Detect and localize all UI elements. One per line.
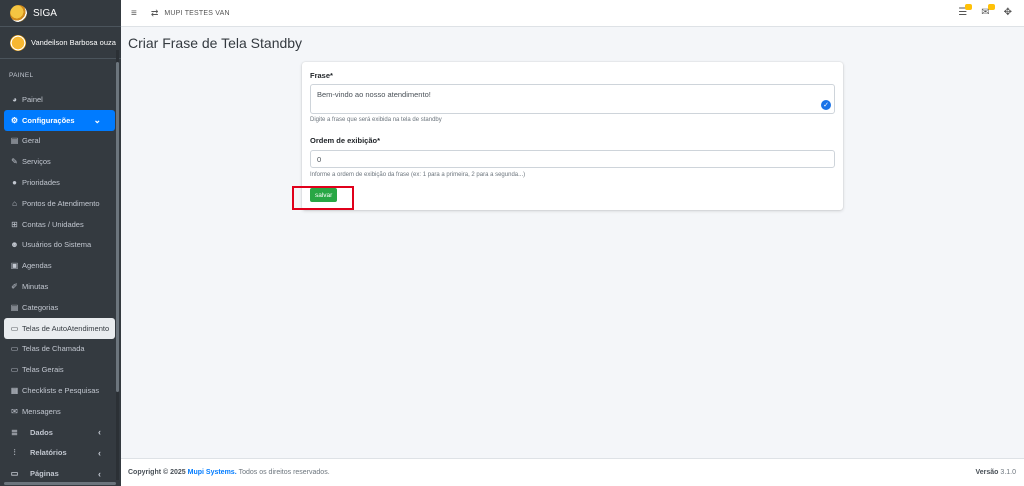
ordem-value: 0 xyxy=(317,155,322,164)
frase-label: Frase* xyxy=(310,71,333,80)
sidebar-item-servicos[interactable]: ✎ Serviços xyxy=(0,151,121,172)
print-icon: ▤ xyxy=(10,136,19,146)
top-icons: ☰ ✉ ✥ xyxy=(958,4,1012,18)
sidebar-item-label: Pontos de Atendimento xyxy=(22,198,100,208)
users-icon: ☻ xyxy=(10,240,19,250)
account-title[interactable]: MUPI TESTES VAN xyxy=(164,10,229,17)
envelope-icon: ✉ xyxy=(11,406,18,416)
copyright-text: Copyright © 2025 xyxy=(128,469,186,476)
company-link[interactable]: Mupi Systems. xyxy=(188,469,237,476)
sidebar-item-label: Agendas xyxy=(22,261,52,271)
version-label: Versão xyxy=(975,469,999,476)
sidebar-item-label: Geral xyxy=(22,136,41,146)
sidebar-item-telas-autoatendimento[interactable]: ▭ Telas de AutoAtendimento xyxy=(4,317,115,339)
avatar xyxy=(10,34,26,51)
sitemap-icon: ⊞ xyxy=(11,219,18,229)
sidebar-item-painel[interactable]: ◕ Painel xyxy=(0,89,121,110)
notification-badge xyxy=(987,4,995,10)
calendar-icon: ▣ xyxy=(10,261,19,271)
edit-icon: ✐ xyxy=(11,282,18,292)
chevron-down-icon: ⌄ xyxy=(93,114,101,125)
messages-icon[interactable]: ✉ xyxy=(981,4,995,18)
id-card-icon: ▦ xyxy=(10,386,19,396)
chart-icon: ⫶ xyxy=(13,447,16,457)
rights-text: Todos os direitos reservados. xyxy=(238,469,330,476)
sidebar-item-categorias[interactable]: ▤ Categorias xyxy=(0,297,121,318)
ordem-label: Ordem de exibição* xyxy=(310,136,381,145)
footer: Copyright © 2025 Mupi Systems. Todos os … xyxy=(121,458,1024,486)
sidebar-item-label: Mensagens xyxy=(22,406,61,416)
frase-value: Bem-vindo ao nosso atendimento! xyxy=(317,90,431,99)
sidebar-item-agendas[interactable]: ▣ Agendas xyxy=(0,255,121,276)
sidebar-item-label: Telas de Chamada xyxy=(22,344,85,354)
chevron-left-icon: ‹ xyxy=(98,468,101,479)
sidebar-item-label: Páginas xyxy=(30,469,59,479)
brand-name: SIGA xyxy=(33,7,57,19)
desktop-icon: ▭ xyxy=(10,323,19,333)
fullscreen-icon[interactable]: ✥ xyxy=(1004,7,1012,18)
frase-textarea[interactable]: Bem-vindo ao nosso atendimento! ✓ xyxy=(310,84,835,114)
notification-badge xyxy=(965,4,973,10)
sidebar-item-configuracoes[interactable]: ⚙ Configurações ⌄ xyxy=(4,109,115,131)
user-panel[interactable]: Vandeilson Barbosa ouza xyxy=(0,27,121,59)
sidebar-item-label: Usuários do Sistema xyxy=(22,240,92,250)
highlight-annotation-box xyxy=(292,186,354,210)
chevron-left-icon: ‹ xyxy=(98,427,101,438)
menu-toggle-icon[interactable]: ≡ xyxy=(131,8,137,19)
sidebar-item-label: Dados xyxy=(30,427,53,437)
sidebar-item-label: Telas Gerais xyxy=(22,365,64,375)
sidebar-item-label: Serviços xyxy=(22,157,51,167)
sidebar: SIGA Vandeilson Barbosa ouza PAINEL ◕ Pa… xyxy=(0,0,121,486)
desktop-icon: ▭ xyxy=(10,469,19,479)
desktop-icon: ▭ xyxy=(10,344,19,354)
sidebar-item-label: Contas / Unidades xyxy=(22,219,84,229)
ordem-help-text: Informe a ordem de exibição da frase (ex… xyxy=(310,172,526,178)
sidebar-item-telas-chamada[interactable]: ▭ Telas de Chamada xyxy=(0,339,121,360)
exchange-icon[interactable]: ⇄ xyxy=(151,8,159,19)
wrench-icon: ✎ xyxy=(11,157,18,167)
gears-icon: ⚙ xyxy=(10,115,19,125)
database-icon: ≣ xyxy=(11,427,18,437)
task-list-icon[interactable]: ☰ xyxy=(958,4,973,18)
info-circle-icon: ● xyxy=(12,178,17,188)
home-icon: ⌂ xyxy=(12,198,17,208)
version-value: 3.1.0 xyxy=(1000,469,1016,476)
sidebar-item-label: Relatórios xyxy=(30,448,67,458)
sidebar-item-geral[interactable]: ▤ Geral xyxy=(0,131,121,152)
user-name: Vandeilson Barbosa ouza xyxy=(31,38,116,47)
sidebar-scrollbar-thumb[interactable] xyxy=(116,62,119,392)
desktop-icon: ▭ xyxy=(10,365,19,375)
frase-help-text: Digite a frase que será exibida na tela … xyxy=(310,117,442,123)
list-icon: ▤ xyxy=(10,302,19,312)
tachometer-icon: ◕ xyxy=(12,94,17,104)
sidebar-item-label: Categorias xyxy=(22,302,59,312)
sidebar-item-prioridades[interactable]: ● Prioridades xyxy=(0,172,121,193)
sidebar-item-label: Telas de AutoAtendimento xyxy=(22,323,110,333)
top-navbar: ≡ ⇄ MUPI TESTES VAN ☰ ✉ ✥ xyxy=(121,0,1024,27)
sidebar-item-label: Configurações xyxy=(22,115,75,125)
sidebar-item-checklists[interactable]: ▦ Checklists e Pesquisas xyxy=(0,380,121,401)
sidebar-item-usuarios[interactable]: ☻ Usuários do Sistema xyxy=(0,235,121,256)
sidebar-item-telas-gerais[interactable]: ▭ Telas Gerais xyxy=(0,359,121,380)
sidebar-item-minutas[interactable]: ✐ Minutas xyxy=(0,276,121,297)
nav-header: PAINEL xyxy=(9,72,34,79)
brand-logo xyxy=(10,4,27,22)
form-card: Frase* Bem-vindo ao nosso atendimento! ✓… xyxy=(302,62,843,210)
sidebar-item-dados[interactable]: ≣ Dados ‹ xyxy=(0,422,121,443)
sidebar-item-mensagens[interactable]: ✉ Mensagens xyxy=(0,401,121,422)
sidebar-item-label: Minutas xyxy=(22,282,49,292)
sidebar-item-label: Painel xyxy=(22,94,43,104)
brand[interactable]: SIGA xyxy=(0,0,121,27)
ordem-input[interactable]: 0 xyxy=(310,150,835,168)
sidebar-item-contas[interactable]: ⊞ Contas / Unidades xyxy=(0,214,121,235)
sidebar-item-label: Checklists e Pesquisas xyxy=(22,386,100,396)
page-title: Criar Frase de Tela Standby xyxy=(128,35,303,51)
chevron-left-icon: ‹ xyxy=(98,447,101,458)
check-icon: ✓ xyxy=(821,100,831,110)
sidebar-item-pontos[interactable]: ⌂ Pontos de Atendimento xyxy=(0,193,121,214)
version: Versão 3.1.0 xyxy=(976,469,1017,476)
sidebar-item-label: Prioridades xyxy=(22,178,60,188)
sidebar-horizontal-scrollbar[interactable] xyxy=(4,482,116,485)
sidebar-item-relatorios[interactable]: ⫶ Relatórios ‹ xyxy=(0,443,121,464)
